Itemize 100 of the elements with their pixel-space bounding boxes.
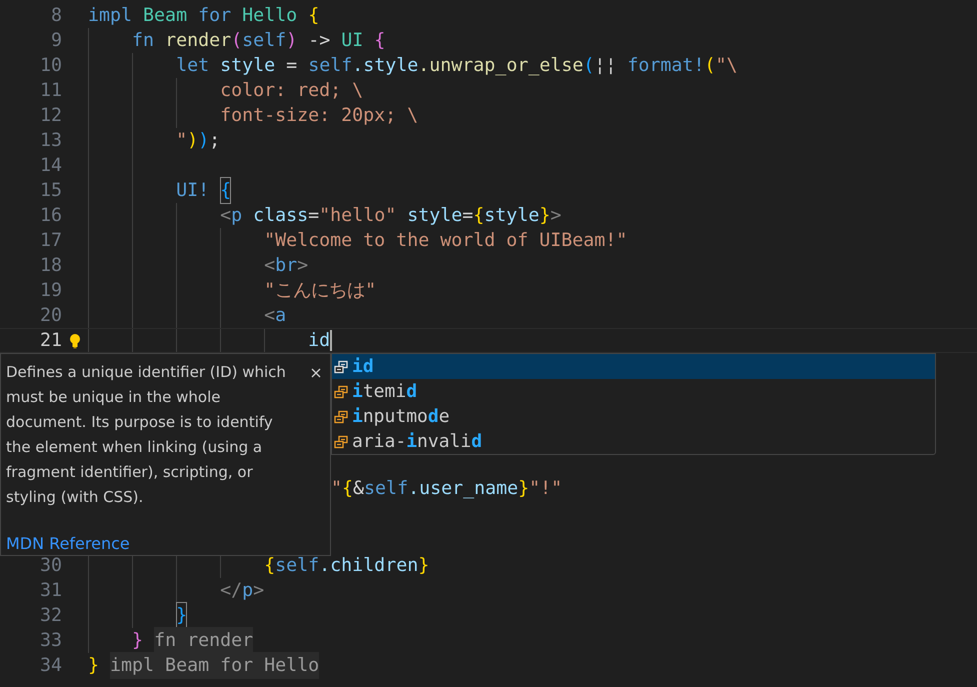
code-token: .style bbox=[352, 54, 418, 78]
line-number: 30 bbox=[40, 554, 62, 576]
line-number: 33 bbox=[40, 630, 62, 651]
mdn-reference-link[interactable]: MDN Reference bbox=[6, 534, 130, 553]
line-number: 15 bbox=[40, 180, 62, 201]
code-token: > bbox=[297, 254, 308, 278]
code-token: a bbox=[275, 304, 286, 328]
inline-hint: fn render bbox=[154, 626, 254, 654]
line-number: 31 bbox=[40, 580, 62, 601]
code-token: style bbox=[220, 54, 276, 78]
code-token: = bbox=[462, 204, 474, 228]
suggestion-item[interactable]: aria-invalid bbox=[332, 429, 935, 454]
code-token: " bbox=[176, 128, 188, 153]
code-token: fn bbox=[132, 28, 154, 53]
suggestion-item[interactable]: itemid bbox=[332, 379, 935, 404]
code-token: Beam bbox=[143, 4, 188, 28]
code-token: { bbox=[308, 4, 320, 28]
code-token: = bbox=[286, 54, 298, 78]
suggestion-item[interactable]: id bbox=[332, 354, 935, 379]
code-token: { bbox=[473, 204, 484, 228]
code-token: p bbox=[231, 204, 242, 228]
code-token: "こんにちは" bbox=[264, 278, 376, 303]
code-token: for bbox=[198, 4, 232, 28]
line-number: 8 bbox=[50, 4, 62, 26]
code-token: "\ bbox=[715, 54, 738, 78]
code-token: impl bbox=[88, 4, 132, 28]
code-token: { bbox=[264, 554, 276, 578]
code-token: ( bbox=[583, 54, 594, 78]
code-token: </ bbox=[220, 578, 242, 603]
code-token: } bbox=[539, 204, 550, 228]
field-icon bbox=[334, 410, 348, 424]
code-token: format! bbox=[627, 54, 704, 78]
line-number: 34 bbox=[40, 654, 62, 676]
code-token: ¦¦ bbox=[594, 54, 616, 78]
code-token: self bbox=[364, 476, 408, 501]
code-token: } bbox=[88, 654, 100, 678]
code-token: ) bbox=[187, 128, 198, 153]
line-number: 21 bbox=[40, 330, 62, 351]
code-token: id bbox=[308, 328, 330, 353]
code-token: { bbox=[220, 176, 232, 204]
field-icon bbox=[334, 360, 348, 374]
line-number: 18 bbox=[40, 254, 62, 276]
line-number: 11 bbox=[40, 80, 62, 101]
code-token: ( bbox=[231, 28, 242, 53]
line-number: 10 bbox=[40, 54, 62, 76]
field-icon bbox=[334, 384, 348, 398]
suggestion-item[interactable]: inputmode bbox=[332, 404, 935, 429]
code-token: < bbox=[264, 254, 276, 278]
line-number: 13 bbox=[40, 130, 62, 151]
text-cursor bbox=[330, 330, 332, 351]
code-token: style bbox=[484, 204, 540, 228]
code-token: -> bbox=[308, 28, 330, 53]
code-token: br bbox=[275, 254, 298, 278]
code-token: > bbox=[550, 204, 562, 228]
code-token: } bbox=[418, 554, 430, 578]
code-token: ( bbox=[704, 54, 716, 78]
code-token: < bbox=[264, 304, 276, 328]
line-number: 12 bbox=[40, 104, 62, 126]
code-token: { bbox=[342, 476, 354, 501]
code-token: ) bbox=[286, 28, 298, 53]
close-icon[interactable] bbox=[311, 368, 321, 378]
line-number: 14 bbox=[40, 154, 62, 176]
code-token: class bbox=[253, 204, 308, 228]
line-number: 17 bbox=[40, 230, 62, 251]
field-icon bbox=[334, 434, 348, 448]
code-token: style bbox=[407, 204, 462, 228]
code-token: } bbox=[132, 628, 144, 653]
code-token: UI! bbox=[176, 178, 210, 203]
code-token: "hello" bbox=[319, 204, 396, 228]
code-token: .children bbox=[319, 554, 418, 578]
code-token: "Welcome to the world of UIBeam!" bbox=[264, 228, 628, 253]
code-token: self bbox=[275, 554, 320, 578]
line-number: 16 bbox=[40, 204, 62, 226]
code-token: color: red; \ bbox=[220, 78, 364, 103]
code-token: font-size: 20px; \ bbox=[220, 104, 418, 128]
description-text: Defines a unique identifier (ID) which must be unique in the whole document. Its purpose is to identify the element when linking (using a fragment identifier), scripting, or styling (with CSS). bbox=[6, 362, 287, 508]
code-token: > bbox=[253, 578, 264, 603]
code-token: self bbox=[308, 54, 352, 78]
code-token: p bbox=[242, 578, 254, 603]
line-number: 32 bbox=[40, 604, 62, 626]
code-token: ; bbox=[209, 128, 220, 153]
line-number: 9 bbox=[50, 30, 62, 51]
code-token: .unwrap_or_else bbox=[418, 54, 584, 78]
code-token: ) bbox=[198, 128, 210, 153]
code-token: let bbox=[176, 54, 210, 78]
code-token: = bbox=[308, 204, 320, 228]
code-token: } bbox=[518, 476, 530, 501]
code-token: .user_name bbox=[408, 476, 518, 501]
code-token: { bbox=[374, 28, 386, 53]
code-token: Hello bbox=[242, 4, 298, 28]
line-number: 20 bbox=[40, 304, 62, 326]
code-token: & bbox=[353, 476, 364, 501]
lightbulb-icon[interactable] bbox=[69, 332, 81, 348]
code-token: < bbox=[220, 204, 232, 228]
code-token: "!" bbox=[529, 476, 562, 501]
code-token: render bbox=[165, 28, 232, 53]
code-token: " bbox=[331, 476, 342, 501]
line-number: 19 bbox=[40, 280, 62, 301]
code-token: UI bbox=[341, 28, 364, 53]
code-token: } bbox=[176, 602, 188, 630]
